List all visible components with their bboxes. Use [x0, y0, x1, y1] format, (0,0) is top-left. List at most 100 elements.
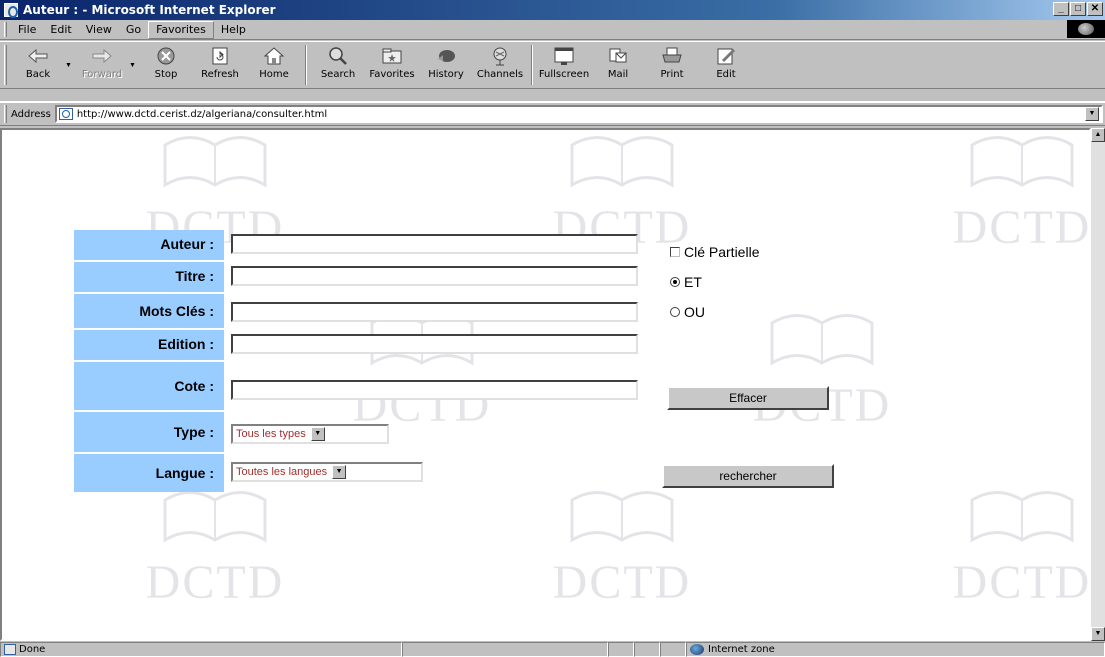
page-icon	[58, 108, 73, 120]
type-select[interactable]: Tous les types ▼	[231, 424, 389, 444]
search-label: Search	[320, 69, 356, 80]
langue-select-value: Toutes les langues	[236, 466, 328, 478]
ou-radio[interactable]	[670, 307, 680, 317]
back-arrow-icon	[25, 45, 51, 67]
home-label: Home	[259, 69, 289, 80]
toolbar-grip[interactable]	[4, 45, 7, 85]
watermark-tile: DCTD	[947, 130, 1091, 260]
back-dropdown[interactable]: ▼	[65, 45, 75, 85]
forward-label: Forward	[81, 69, 123, 80]
mail-button[interactable]: Mail	[591, 45, 645, 87]
status-cell	[608, 641, 634, 657]
forward-button[interactable]: Forward	[75, 45, 129, 87]
menu-grip[interactable]	[4, 22, 7, 37]
minimize-button[interactable]: _	[1053, 2, 1069, 16]
cote-input[interactable]	[231, 380, 638, 400]
scroll-down-button[interactable]: ▼	[1091, 627, 1105, 641]
vertical-scrollbar[interactable]: ▲ ▼	[1091, 128, 1105, 641]
menu-bar: File Edit View Go Favorites Help	[0, 20, 1105, 40]
window-controls: _ □ ✕	[1053, 2, 1103, 16]
menu-go[interactable]: Go	[119, 21, 148, 39]
print-button[interactable]: Print	[645, 45, 699, 87]
watermark-text: DCTD	[552, 556, 692, 609]
ou-label: OU	[684, 304, 705, 320]
watermark-text: DCTD	[952, 201, 1091, 254]
forward-dropdown[interactable]: ▼	[129, 45, 139, 85]
internet-zone-icon	[690, 643, 704, 655]
et-label: ET	[684, 274, 702, 290]
toolbar-separator	[531, 45, 533, 85]
ou-option[interactable]: OU	[670, 304, 705, 320]
cle-partielle-checkbox[interactable]	[670, 247, 680, 257]
mots-cles-input[interactable]	[231, 302, 638, 322]
scroll-up-button[interactable]: ▲	[1091, 128, 1105, 142]
address-input[interactable]	[76, 108, 1085, 120]
book-watermark-icon	[570, 136, 674, 188]
book-watermark-icon	[770, 314, 874, 366]
stop-button[interactable]: Stop	[139, 45, 193, 87]
address-label: Address	[11, 108, 51, 120]
address-grip[interactable]	[4, 105, 7, 123]
type-select-value: Tous les types	[236, 428, 306, 440]
print-icon	[659, 45, 685, 67]
status-bar: Done Internet zone	[0, 641, 1105, 657]
ie-app-icon[interactable]	[4, 3, 18, 18]
cle-partielle-option[interactable]: Clé Partielle	[670, 244, 759, 260]
page-content: DCTD DCTD DCTD DCTD DCTD DCTD DCTD DCTD …	[0, 128, 1091, 641]
fullscreen-label: Fullscreen	[538, 69, 590, 80]
langue-label: Langue :	[74, 454, 224, 492]
status-text-cell: Done	[0, 641, 402, 657]
edition-input[interactable]	[231, 334, 638, 354]
channels-icon	[487, 45, 513, 67]
mail-label: Mail	[607, 69, 629, 80]
titre-input[interactable]	[231, 266, 638, 286]
rechercher-button[interactable]: rechercher	[662, 464, 834, 488]
history-icon	[433, 45, 459, 67]
status-cell	[660, 641, 686, 657]
address-dropdown-button[interactable]: ▼	[1085, 107, 1099, 121]
home-button[interactable]: Home	[247, 45, 301, 87]
cote-label: Cote :	[74, 362, 224, 410]
watermark-tile: DCTD	[947, 485, 1089, 615]
watermark-tile: DCTD	[140, 485, 290, 615]
favorites-icon	[379, 45, 405, 67]
chevron-down-icon[interactable]: ▼	[310, 427, 325, 441]
watermark-tile: DCTD	[547, 485, 697, 615]
standard-toolbar: Back ▼ Forward ▼ Stop Refresh Home Searc…	[0, 41, 1105, 89]
history-button[interactable]: History	[419, 45, 473, 87]
history-label: History	[428, 69, 464, 80]
auteur-label: Auteur :	[74, 230, 224, 260]
stop-icon	[153, 45, 179, 67]
langue-select[interactable]: Toutes les langues ▼	[231, 462, 423, 482]
menu-file[interactable]: File	[11, 21, 43, 39]
menu-view[interactable]: View	[79, 21, 119, 39]
menu-help[interactable]: Help	[214, 21, 253, 39]
address-box[interactable]: ▼	[54, 105, 1103, 123]
et-option[interactable]: ET	[670, 274, 702, 290]
status-text: Done	[19, 643, 46, 655]
et-radio[interactable]	[670, 277, 680, 287]
search-button[interactable]: Search	[311, 45, 365, 87]
edit-button[interactable]: Edit	[699, 45, 753, 87]
fullscreen-button[interactable]: Fullscreen	[537, 45, 591, 87]
favorites-label: Favorites	[369, 69, 415, 80]
back-button[interactable]: Back	[11, 45, 65, 87]
book-watermark-icon	[163, 491, 267, 543]
maximize-button[interactable]: □	[1070, 2, 1086, 16]
refresh-button[interactable]: Refresh	[193, 45, 247, 87]
forward-arrow-icon	[89, 45, 115, 67]
effacer-button[interactable]: Effacer	[667, 386, 829, 410]
toolbar-separator	[305, 45, 307, 85]
cle-partielle-label: Clé Partielle	[684, 244, 760, 260]
menu-edit[interactable]: Edit	[43, 21, 78, 39]
watermark-tile: DCTD	[347, 308, 497, 438]
close-button[interactable]: ✕	[1087, 2, 1103, 16]
chevron-down-icon[interactable]: ▼	[332, 465, 347, 479]
menu-favorites[interactable]: Favorites	[148, 20, 214, 39]
book-watermark-icon	[970, 136, 1074, 188]
favorites-button[interactable]: Favorites	[365, 45, 419, 87]
channels-button[interactable]: Channels	[473, 45, 527, 87]
auteur-input[interactable]	[231, 234, 638, 254]
home-icon	[261, 45, 287, 67]
fullscreen-icon	[551, 45, 577, 67]
